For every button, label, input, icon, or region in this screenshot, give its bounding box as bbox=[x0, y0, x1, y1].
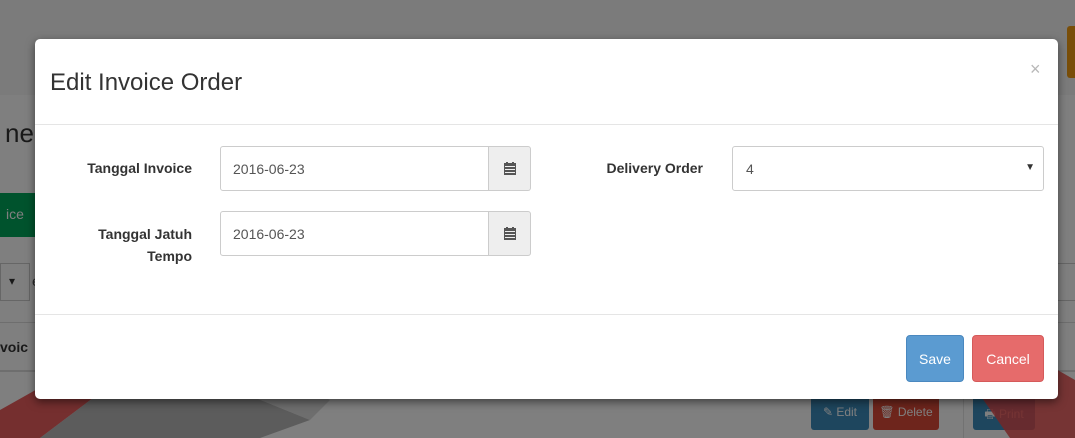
modal-footer-divider bbox=[35, 314, 1058, 315]
tanggal-jatuh-tempo-label-line1: Tanggal Jatuh bbox=[98, 226, 192, 242]
delivery-order-label: Delivery Order bbox=[606, 160, 704, 176]
tanggal-invoice-calendar-button[interactable] bbox=[489, 146, 531, 191]
tanggal-jatuh-tempo-input[interactable] bbox=[220, 211, 489, 256]
chevron-down-icon: ▼ bbox=[1025, 162, 1035, 173]
modal-title: Edit Invoice Order bbox=[50, 69, 243, 96]
close-icon[interactable]: × bbox=[1030, 59, 1041, 80]
tanggal-jatuh-tempo-group bbox=[220, 211, 531, 256]
tanggal-jatuh-tempo-calendar-button[interactable] bbox=[489, 211, 531, 256]
calendar-icon bbox=[503, 227, 516, 240]
tanggal-jatuh-tempo-label: Tanggal Jatuh Tempo bbox=[65, 223, 192, 267]
cancel-button[interactable]: Cancel bbox=[972, 335, 1044, 382]
delivery-order-value: 4 bbox=[746, 161, 754, 177]
delivery-order-select[interactable]: 4 ▼ bbox=[732, 146, 1044, 191]
tanggal-jatuh-tempo-label-line2: Tempo bbox=[147, 248, 192, 264]
tanggal-invoice-label: Tanggal Invoice bbox=[87, 160, 192, 176]
edit-invoice-modal: Edit Invoice Order × Tanggal Invoice Tan… bbox=[35, 39, 1058, 399]
tanggal-invoice-input[interactable] bbox=[220, 146, 489, 191]
calendar-icon bbox=[503, 162, 516, 175]
tanggal-invoice-group bbox=[220, 146, 531, 191]
modal-header: Edit Invoice Order × bbox=[35, 39, 1058, 125]
save-button[interactable]: Save bbox=[906, 335, 964, 382]
